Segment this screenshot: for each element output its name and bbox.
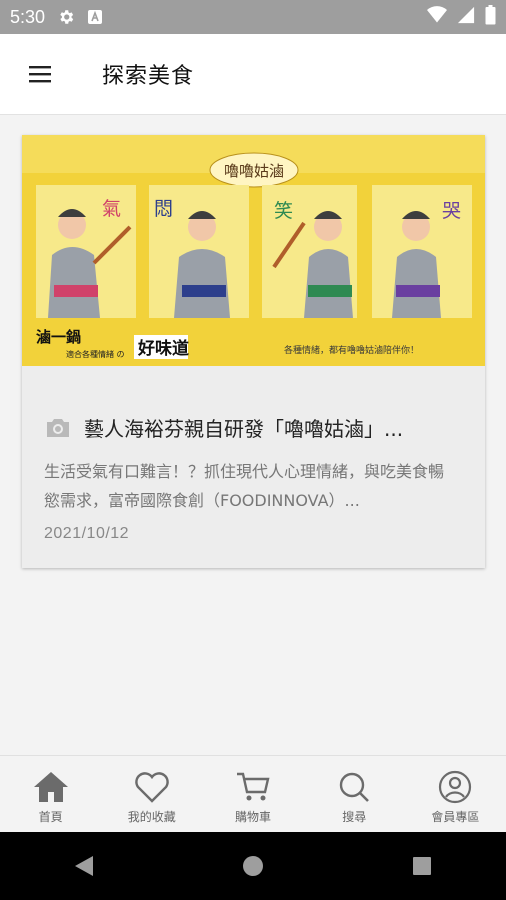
banner-panel-4: 哭: [372, 185, 472, 318]
app-bar: 探索美食: [0, 34, 506, 115]
nav-account[interactable]: 會員專區: [405, 756, 506, 833]
cart-icon: [237, 772, 270, 801]
hamburger-icon: [29, 66, 51, 83]
wifi-icon: [427, 6, 447, 28]
article-description: 生活受氣有口難言！？抓住現代人心理情緒，與吃美食暢慾需求，富帝國際食創（FOOD…: [44, 462, 445, 510]
nav-account-label: 會員專區: [431, 810, 480, 824]
mood-label-3: 笑: [274, 200, 293, 222]
nav-search-label: 搜尋: [342, 810, 367, 824]
banner-logo-text: 嚕嚕姑滷: [224, 162, 284, 180]
camera-icon: [47, 418, 69, 437]
notification-app-icon: [87, 9, 103, 25]
home-circle-icon: [242, 856, 263, 876]
account-icon: [439, 770, 472, 804]
banner-panel-3: 笑: [262, 185, 357, 318]
nav-favorites-label: 我的收藏: [127, 810, 176, 824]
bottom-navigation: 首頁 我的收藏 購物車 搜尋 會員專區: [0, 755, 506, 833]
back-triangle-icon: [75, 856, 94, 876]
nav-home[interactable]: 首頁: [0, 756, 101, 833]
mood-label-2: 悶: [154, 198, 173, 220]
recents-square-icon: [412, 857, 431, 875]
system-recents-button[interactable]: [402, 846, 442, 886]
status-time: 5:30: [10, 6, 46, 27]
mood-label-4: 哭: [442, 200, 461, 222]
banner-slogan: 各種情緒，都有嚕嚕姑滷陪伴你！: [284, 344, 419, 356]
nav-search[interactable]: 搜尋: [304, 756, 405, 833]
article-banner-image: 嚕嚕姑滷 氣 悶 笑 哭 滷一鍋 適合各種情緒 の 好味道 各種情緒，都有嚕嚕姑…: [22, 135, 485, 366]
system-navigation-bar: [0, 832, 506, 900]
banner-tagline-highlight: 好味道: [137, 338, 189, 359]
article-title-row[interactable]: 藝人海裕芬親自研發「嚕嚕姑滷」...: [44, 413, 464, 442]
banner-panel-1: 氣: [36, 185, 136, 318]
banner-panel-2: 悶: [149, 185, 249, 318]
battery-icon: [485, 5, 496, 29]
nav-cart-label: 購物車: [235, 810, 272, 824]
nav-home-label: 首頁: [38, 810, 63, 824]
home-icon: [33, 772, 68, 802]
page-title: 探索美食: [102, 64, 195, 89]
banner-tagline-big: 滷一鍋: [36, 328, 81, 346]
heart-icon: [135, 772, 169, 803]
article-card[interactable]: 嚕嚕姑滷 氣 悶 笑 哭 滷一鍋 適合各種情緒 の 好味道 各種情緒，都有嚕嚕姑…: [22, 135, 485, 568]
article-title[interactable]: 藝人海裕芬親自研發「嚕嚕姑滷」...: [84, 413, 464, 442]
search-icon: [340, 772, 370, 802]
article-date: 2021/10/12: [44, 525, 130, 542]
system-home-button[interactable]: [233, 846, 273, 886]
nav-cart[interactable]: 購物車: [202, 756, 303, 833]
settings-icon: [57, 8, 75, 26]
banner-tagline-small: 適合各種情緒 の: [66, 349, 125, 359]
menu-button[interactable]: [20, 54, 60, 94]
system-back-button[interactable]: [64, 846, 104, 886]
mood-label-1: 氣: [102, 198, 121, 220]
status-bar: 5:30: [0, 0, 506, 34]
signal-icon: [457, 6, 475, 28]
nav-favorites[interactable]: 我的收藏: [101, 756, 202, 833]
